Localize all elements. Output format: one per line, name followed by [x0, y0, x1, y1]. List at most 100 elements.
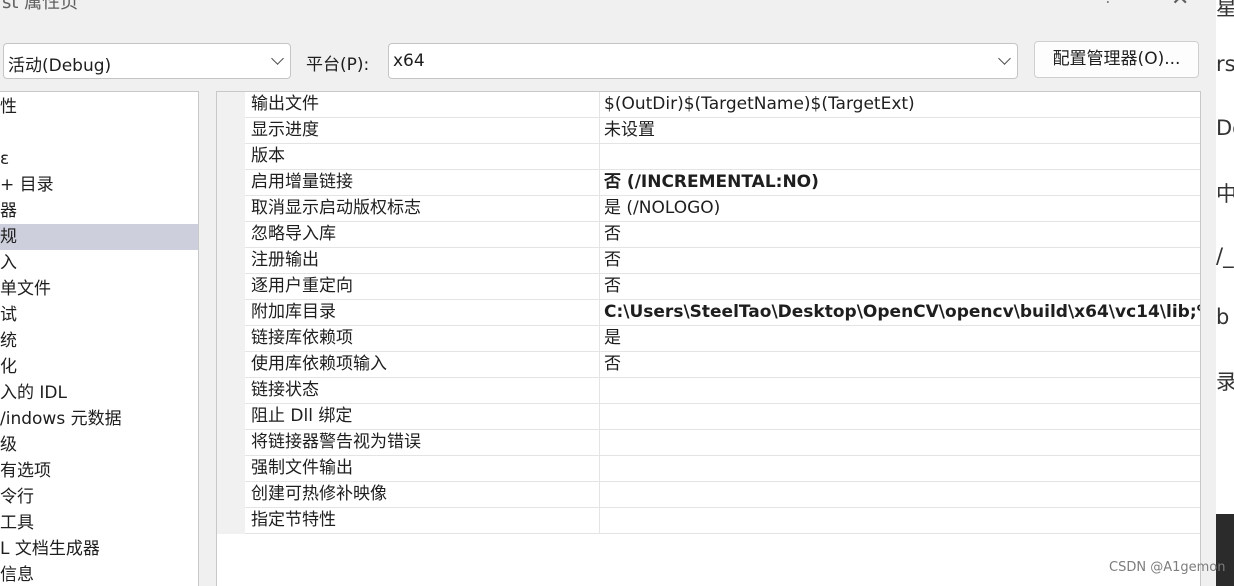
background-text-fragment: b [1216, 305, 1230, 329]
chevron-down-icon [998, 52, 1011, 65]
property-value[interactable]: 是 (/NOLOGO) [599, 196, 1200, 221]
property-row[interactable]: 强制文件输出 [245, 456, 1200, 482]
tree-item[interactable]: 入的 IDL [0, 380, 198, 406]
property-value[interactable]: 未设置 [599, 118, 1200, 143]
property-value[interactable] [599, 378, 1200, 403]
property-row[interactable]: 版本 [245, 144, 1200, 170]
property-value[interactable] [599, 456, 1200, 481]
property-row[interactable]: 显示进度 未设置 [245, 118, 1200, 144]
property-name: 指定节特性 [251, 510, 336, 530]
tree-item-label: 器 [0, 201, 17, 221]
tree-item[interactable]: 器 [0, 198, 198, 224]
property-value[interactable]: 否 [599, 248, 1200, 273]
property-row[interactable]: 阻止 Dll 绑定 [245, 404, 1200, 430]
tree-item[interactable]: 有选项 [0, 458, 198, 484]
close-button[interactable]: ✕ [1171, 0, 1189, 11]
property-name: 逐用户重定向 [251, 276, 353, 296]
property-row[interactable]: 链接库依赖项 是 [245, 326, 1200, 352]
property-row[interactable]: 启用增量链接 否 (/INCREMENTAL:NO) [245, 170, 1200, 196]
property-row[interactable]: 将链接器警告视为错误 [245, 430, 1200, 456]
tree-item[interactable]: 入 [0, 250, 198, 276]
taskbar-edge [1216, 514, 1234, 586]
help-button[interactable]: ? [1104, 0, 1113, 7]
tree-item[interactable]: + 目录 [0, 172, 198, 198]
property-row[interactable]: 使用库依赖项输入 否 [245, 352, 1200, 378]
tree-item-label: 性 [0, 97, 17, 117]
property-row[interactable]: 附加库目录 C:\Users\SteelTao\Desktop\OpenCV\op… [245, 300, 1200, 326]
tree-item[interactable]: 试 [0, 302, 198, 328]
tree-item-label: 工具 [0, 513, 34, 533]
property-row[interactable]: 取消显示启动版权标志 是 (/NOLOGO) [245, 196, 1200, 222]
property-value[interactable]: $(OutDir)$(TargetName)$(TargetExt) [599, 92, 1200, 117]
property-name: 显示进度 [251, 120, 319, 140]
watermark: CSDN @A1gemon [1109, 560, 1226, 575]
background-text-fragment: 录 [1216, 370, 1234, 394]
property-value[interactable] [599, 430, 1200, 455]
property-name: 将链接器警告视为错误 [251, 432, 421, 452]
background-text-fragment: rs [1216, 52, 1234, 76]
background-text-fragment: 中 [1216, 182, 1234, 206]
property-name: 创建可热修补映像 [251, 484, 387, 504]
property-value[interactable]: 否 [599, 352, 1200, 377]
configuration-select[interactable]: 活动(Debug) [3, 43, 291, 79]
property-name: 忽略导入库 [251, 224, 336, 244]
property-name: 注册输出 [251, 250, 319, 270]
property-row[interactable]: 逐用户重定向 否 [245, 274, 1200, 300]
property-value[interactable]: C:\Users\SteelTao\Desktop\OpenCV\opencv\… [599, 300, 1200, 325]
property-value[interactable]: 否 [599, 274, 1200, 299]
tree-item-label: 入 [0, 253, 17, 273]
property-name: 版本 [251, 146, 285, 166]
tree-item-label: 单文件 [0, 279, 51, 299]
property-row[interactable]: 输出文件 $(OutDir)$(TargetName)$(TargetExt) [245, 92, 1200, 118]
property-row[interactable]: 注册输出 否 [245, 248, 1200, 274]
tree-item[interactable]: 级 [0, 432, 198, 458]
tree-item[interactable]: 工具 [0, 510, 198, 536]
tree-item-label: 有选项 [0, 461, 51, 481]
property-name: 使用库依赖项输入 [251, 354, 387, 374]
tree-item[interactable]: 化 [0, 354, 198, 380]
property-value[interactable] [599, 144, 1200, 169]
tree-item-label: + 目录 [0, 175, 54, 195]
grid-gutter [217, 92, 245, 534]
tree-item[interactable]: L 文档生成器 [0, 536, 198, 562]
property-name: 取消显示启动版权标志 [251, 198, 421, 218]
tree-item-label: 规 [0, 227, 17, 247]
property-value[interactable]: 是 [599, 326, 1200, 351]
property-value[interactable]: 否 (/INCREMENTAL:NO) [599, 170, 1200, 195]
property-value[interactable] [599, 482, 1200, 507]
tree-item[interactable]: 统 [0, 328, 198, 354]
tree-item-label: L 文档生成器 [0, 539, 100, 559]
tree-item-label: 入的 IDL [0, 383, 67, 403]
property-row[interactable]: 指定节特性 [245, 508, 1200, 534]
tree-item[interactable]: 令行 [0, 484, 198, 510]
background-text-fragment: 星 [1216, 0, 1234, 20]
property-row[interactable]: 链接状态 [245, 378, 1200, 404]
tree-item-label: 信息 [0, 565, 34, 585]
tree-item[interactable]: 单文件 [0, 276, 198, 302]
platform-value: x64 [393, 51, 425, 71]
configuration-manager-button[interactable]: 配置管理器(O)... [1034, 41, 1199, 78]
tree-item[interactable]: 性 [0, 94, 198, 120]
property-row[interactable]: 创建可热修补映像 [245, 482, 1200, 508]
tree-item[interactable]: 规 [0, 224, 198, 250]
tree-item-label: ε [0, 149, 10, 169]
property-name: 强制文件输出 [251, 458, 353, 478]
property-value[interactable] [599, 404, 1200, 429]
platform-label: 平台(P): [306, 55, 370, 75]
tree-item-label: 试 [0, 305, 17, 325]
chevron-down-icon [271, 52, 284, 65]
tree-item[interactable]: /indows 元数据 [0, 406, 198, 432]
tree-item[interactable]: ε [0, 146, 198, 172]
platform-select[interactable]: x64 [388, 43, 1018, 79]
tree-item-label: 令行 [0, 487, 34, 507]
tree-item[interactable] [0, 120, 198, 146]
configuration-value: 活动(Debug) [8, 56, 112, 76]
property-grid: 输出文件 $(OutDir)$(TargetName)$(TargetExt) 显示… [216, 91, 1201, 586]
property-value[interactable] [599, 508, 1200, 533]
property-row[interactable]: 忽略导入库 否 [245, 222, 1200, 248]
background-text-fragment: De [1216, 116, 1234, 140]
property-value[interactable]: 否 [599, 222, 1200, 247]
tree-item[interactable]: 信息 [0, 562, 198, 586]
property-name: 链接库依赖项 [251, 328, 353, 348]
dialog-title: st 属性页 [2, 0, 79, 13]
